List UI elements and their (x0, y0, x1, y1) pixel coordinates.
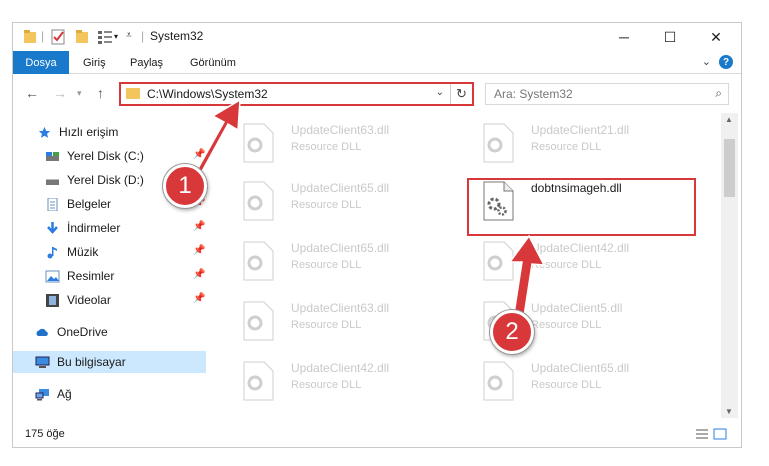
arrow-to-address-bar (195, 98, 241, 177)
arrow-to-file (508, 234, 546, 317)
step-badge-1: 1 (163, 164, 207, 208)
annotation-arrows (195, 98, 546, 317)
step-badge-2: 2 (490, 310, 534, 354)
